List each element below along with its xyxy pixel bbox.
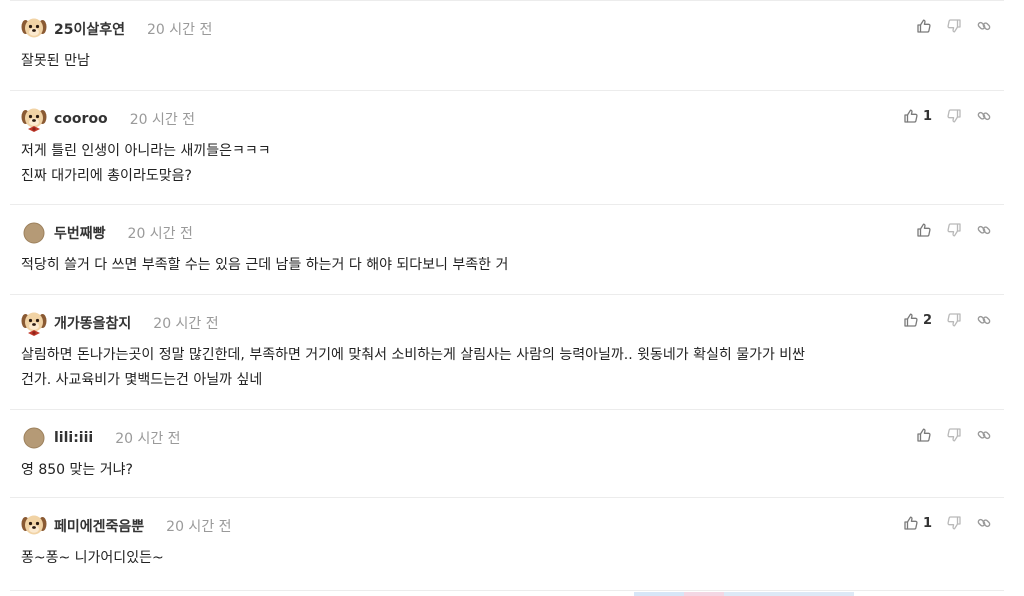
like-count: 1 [922, 108, 932, 124]
comment-item: cooroo 20 시간 전저게 틀린 인생이 아니라는 새끼들은ㅋㅋㅋ 진짜 대가… [10, 91, 1004, 205]
like-count: 2 [922, 312, 932, 328]
share-link-button[interactable] [976, 515, 992, 531]
like-button[interactable] [916, 427, 932, 443]
comment-item: 페미에겐죽음뿐 20 시간 전 퐁~퐁~ 니가어디있든~ 1 [10, 498, 1004, 591]
like-count: 1 [922, 515, 932, 531]
comment-header: cooroo 20 시간 전 [20, 105, 195, 133]
like-button[interactable]: 2 [903, 312, 932, 328]
comment-author[interactable]: lili:iii [54, 430, 93, 446]
link-icon [976, 108, 992, 124]
link-icon [976, 312, 992, 328]
link-icon [976, 222, 992, 238]
comment-item: 25이살후연 20 시간 전잘못된 만남 [10, 1, 1004, 91]
comment-time: 20 시간 전 [127, 226, 193, 242]
comment-author[interactable]: 페미에겐죽음뿐 [54, 516, 144, 536]
comment-time: 20 시간 전 [147, 22, 213, 38]
brown-dot-avatar[interactable] [20, 424, 48, 452]
comment-author[interactable]: 개가똥을참지 [54, 313, 131, 333]
comment-line: 영 850 맞는 거냐? [21, 462, 133, 478]
comment-actions: 2 [889, 309, 992, 331]
puppy-avatar[interactable] [20, 15, 48, 43]
thumbs-up-icon [916, 222, 932, 238]
comment-body: 저게 틀린 인생이 아니라는 새끼들은ㅋㅋㅋ 진짜 대가리에 총이라도맞음? [21, 139, 981, 189]
share-link-button[interactable] [976, 108, 992, 124]
link-icon [976, 515, 992, 531]
comment-author[interactable]: cooroo [54, 111, 108, 127]
thumbs-down-icon [946, 108, 962, 124]
comment-line: 저게 틀린 인생이 아니라는 새끼들은ㅋㅋㅋ [21, 143, 271, 159]
comment-body: 살림하면 돈나가는곳이 정말 많긴한데, 부족하면 거기에 맞춰서 소비하는게 … [21, 343, 981, 393]
comment-time: 20 시간 전 [166, 519, 232, 535]
comment-item: 두번째빵 20 시간 전적당히 쓸거 다 쓰면 부족할 수는 있음 근데 남들 하… [10, 205, 1004, 295]
bottom-scroll-strip [634, 592, 854, 596]
thumbs-up-icon [903, 515, 919, 531]
comment-actions [902, 424, 992, 446]
comment-time: 20 시간 전 [129, 112, 196, 128]
thumbs-down-icon [946, 222, 962, 238]
comment-list: 25이살후연 20 시간 전 잘못된 만남 cooroo 20 시간 전 저게 틀린 인생… [10, 0, 1004, 591]
dislike-button[interactable] [946, 427, 962, 443]
comment-line: 살림하면 돈나가는곳이 정말 많긴한데, 부족하면 거기에 맞춰서 소비하는게 … [21, 347, 806, 363]
thumbs-down-icon [946, 515, 962, 531]
like-button[interactable]: 1 [903, 515, 932, 531]
comment-line: 잘못된 만남 [21, 53, 90, 69]
brown-dot-avatar[interactable] [20, 219, 48, 247]
comment-header: 페미에겐죽음뿐 20 시간 전 [20, 512, 232, 540]
comment-author[interactable]: 25이살후연 [54, 19, 125, 39]
comment-body: 잘못된 만남 [21, 49, 981, 74]
comment-actions: 1 [889, 512, 992, 534]
link-icon [976, 427, 992, 443]
comment-body: 퐁~퐁~ 니가어디있든~ [21, 546, 981, 571]
comment-time: 20 시간 전 [153, 316, 219, 332]
like-button[interactable] [916, 18, 932, 34]
comment-line: 적당히 쓸거 다 쓰면 부족할 수는 있음 근데 남들 하는거 다 해야 되다보… [21, 257, 509, 273]
comment-body: 영 850 맞는 거냐? [21, 458, 981, 483]
thumbs-up-icon [916, 18, 932, 34]
comment-header: 두번째빵 20 시간 전 [20, 219, 193, 247]
comment-time: 20 시간 전 [115, 431, 181, 447]
thumbs-down-icon [946, 18, 962, 34]
dislike-button[interactable] [946, 515, 962, 531]
share-link-button[interactable] [976, 18, 992, 34]
like-button[interactable]: 1 [903, 108, 932, 124]
dislike-button[interactable] [946, 222, 962, 238]
dislike-button[interactable] [946, 18, 962, 34]
comment-item: 개가똥을참지 20 시간 전살림하면 돈나가는곳이 정말 많긴한데, 부족하면 거… [10, 295, 1004, 410]
comment-line: 건가. 사교육비가 몇백드는건 아닐까 싶네 [21, 372, 263, 388]
like-button[interactable] [916, 222, 932, 238]
puppy-avatar[interactable] [20, 512, 48, 540]
share-link-button[interactable] [976, 312, 992, 328]
comment-header: 개가똥을참지 20 시간 전 [20, 309, 219, 337]
comment-item: lili:iii 20 시간 전영 850 맞는 거냐? [10, 410, 1004, 498]
share-link-button[interactable] [976, 427, 992, 443]
share-link-button[interactable] [976, 222, 992, 238]
comment-header: lili:iii 20 시간 전 [20, 424, 181, 452]
dislike-button[interactable] [946, 312, 962, 328]
comment-body: 적당히 쓸거 다 쓰면 부족할 수는 있음 근데 남들 하는거 다 해야 되다보… [21, 253, 981, 278]
thumbs-up-icon [903, 108, 919, 124]
comment-line: 진짜 대가리에 총이라도맞음? [21, 168, 192, 184]
puppy-bowtie-avatar[interactable] [20, 105, 48, 133]
thumbs-up-icon [916, 427, 932, 443]
thumbs-down-icon [946, 312, 962, 328]
comment-actions: 1 [889, 105, 992, 127]
puppy-bowtie-avatar[interactable] [20, 309, 48, 337]
comment-actions [902, 15, 992, 37]
comment-author[interactable]: 두번째빵 [54, 223, 106, 243]
comment-line: 퐁~퐁~ 니가어디있든~ [21, 550, 164, 566]
comment-actions [902, 219, 992, 241]
link-icon [976, 18, 992, 34]
thumbs-up-icon [903, 312, 919, 328]
thumbs-down-icon [946, 427, 962, 443]
dislike-button[interactable] [946, 108, 962, 124]
comment-header: 25이살후연 20 시간 전 [20, 15, 212, 43]
